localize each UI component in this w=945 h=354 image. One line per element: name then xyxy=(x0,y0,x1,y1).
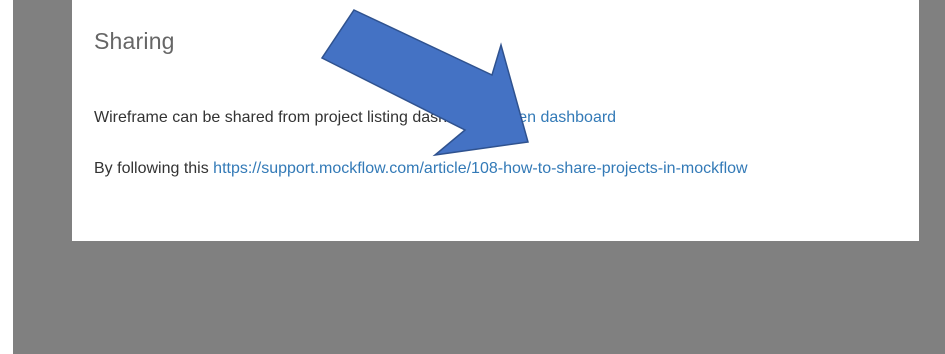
support-article-line: By following this https://support.mockfl… xyxy=(94,160,748,178)
dialog-title: Sharing xyxy=(94,28,175,54)
sharing-info-line: Wireframe can be shared from project lis… xyxy=(94,109,616,127)
sharing-dialog: Sharing Wireframe can be shared from pro… xyxy=(72,0,919,241)
open-dashboard-link[interactable]: Open dashboard xyxy=(497,109,616,126)
sharing-info-text: Wireframe can be shared from project lis… xyxy=(94,109,493,126)
support-article-text: By following this xyxy=(94,160,209,177)
support-article-link[interactable]: https://support.mockflow.com/article/108… xyxy=(213,160,747,177)
